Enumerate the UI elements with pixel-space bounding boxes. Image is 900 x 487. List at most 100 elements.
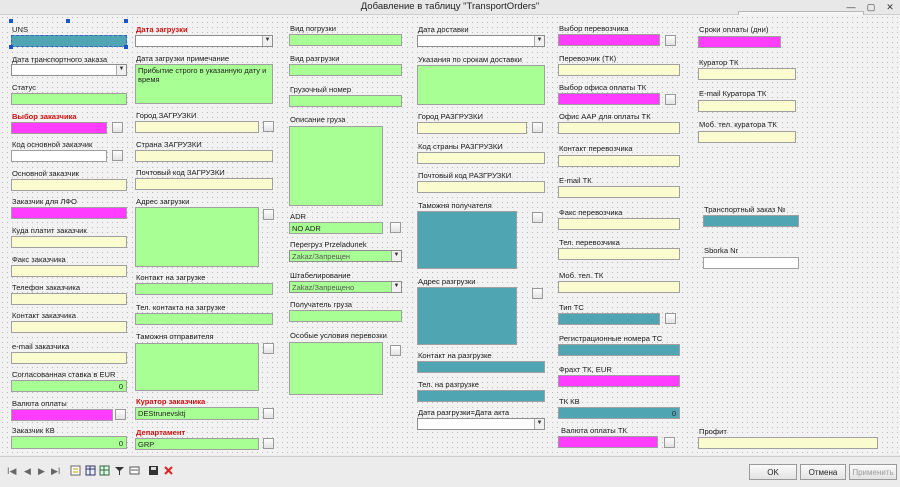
carrier-contact-field[interactable]: [558, 155, 680, 167]
unload-address-field[interactable]: [417, 287, 517, 345]
load-city-button[interactable]: [263, 121, 274, 132]
selection-handle[interactable]: [124, 19, 128, 23]
chevron-down-icon[interactable]: ▼: [391, 282, 401, 292]
stacking-combo[interactable]: Zakaz/Запрещено ▼: [289, 281, 402, 293]
main-customer-field[interactable]: [11, 179, 127, 191]
customer-contact-field[interactable]: [11, 321, 127, 333]
load-type-field[interactable]: [289, 34, 402, 46]
carrier-phone-field[interactable]: [558, 248, 680, 260]
unload-address-button[interactable]: [532, 288, 543, 299]
choose-carrier-field[interactable]: [558, 34, 660, 46]
chevron-down-icon[interactable]: ▼: [262, 36, 272, 46]
aap-office-field[interactable]: [558, 122, 680, 134]
unload-type-field[interactable]: [289, 64, 402, 76]
agreed-rate-field[interactable]: 0: [11, 380, 127, 392]
adr-button[interactable]: [390, 222, 401, 233]
choose-customer-button[interactable]: [112, 122, 123, 133]
chevron-down-icon[interactable]: ▼: [534, 419, 544, 429]
sborka-field[interactable]: [703, 257, 799, 269]
currency-button[interactable]: [115, 409, 126, 420]
vehicle-type-button[interactable]: [665, 313, 676, 324]
unload-contact-field[interactable]: [417, 361, 545, 373]
edit-form-icon[interactable]: [70, 465, 81, 476]
email-tk-field[interactable]: [558, 186, 680, 198]
curator-tk-field[interactable]: [698, 68, 796, 80]
adr-field[interactable]: NO ADR: [289, 222, 383, 234]
choose-customer-field[interactable]: [11, 122, 107, 134]
currency-field[interactable]: [11, 409, 113, 421]
list-icon[interactable]: [129, 465, 140, 476]
reload-combo[interactable]: Zakaz/Запрещен ▼: [289, 250, 402, 262]
unload-postcode-field[interactable]: [417, 181, 545, 193]
grid-icon[interactable]: [99, 465, 110, 476]
main-customer-code-button[interactable]: [112, 150, 123, 161]
filter-icon[interactable]: [114, 465, 125, 476]
choose-office-field[interactable]: [558, 93, 660, 105]
maximize-icon[interactable]: ▢: [862, 0, 880, 14]
delivery-date-combo[interactable]: ▼: [417, 35, 545, 47]
delivery-terms-field[interactable]: [417, 65, 545, 105]
load-address-button[interactable]: [263, 209, 274, 220]
vehicle-type-field[interactable]: [558, 313, 660, 325]
choose-carrier-button[interactable]: [665, 35, 676, 46]
tk-currency-button[interactable]: [664, 437, 675, 448]
nav-next-button[interactable]: ▶: [38, 466, 45, 477]
cancel-button[interactable]: Отмена: [800, 464, 846, 480]
where-pay-field[interactable]: [11, 236, 127, 248]
cargo-number-field[interactable]: [289, 95, 402, 107]
customer-curator-button[interactable]: [263, 408, 274, 419]
transport-order-no-field[interactable]: [703, 215, 799, 227]
load-date-note-field[interactable]: Прибытие строго в указанную дату и время: [135, 64, 273, 104]
chevron-down-icon[interactable]: ▼: [391, 251, 401, 261]
selection-handle[interactable]: [66, 19, 70, 23]
status-field[interactable]: [11, 93, 127, 105]
chevron-down-icon[interactable]: ▼: [116, 65, 126, 75]
apply-button[interactable]: Применить: [849, 464, 897, 480]
unload-city-button[interactable]: [532, 122, 543, 133]
department-button[interactable]: [263, 438, 274, 449]
customer-lfo-field[interactable]: [11, 207, 127, 219]
sender-customs-field[interactable]: [135, 343, 259, 391]
carrier-fax-field[interactable]: [558, 218, 680, 230]
delete-icon[interactable]: [163, 465, 174, 476]
table-icon[interactable]: [85, 465, 96, 476]
customer-fax-field[interactable]: [11, 265, 127, 277]
sender-customs-button[interactable]: [263, 343, 274, 354]
unload-phone-field[interactable]: [417, 390, 545, 402]
consignee-field[interactable]: [289, 310, 402, 322]
recipient-customs-button[interactable]: [532, 212, 543, 223]
load-contact-field[interactable]: [135, 283, 273, 295]
unload-act-date-combo[interactable]: ▼: [417, 418, 545, 430]
uns-field[interactable]: [11, 35, 127, 47]
customer-phone-field[interactable]: [11, 293, 127, 305]
load-date-combo[interactable]: ▼: [135, 35, 273, 47]
mob-curator-field[interactable]: [698, 131, 796, 143]
department-field[interactable]: GRP: [135, 438, 259, 450]
special-conditions-button[interactable]: [390, 345, 401, 356]
choose-office-button[interactable]: [665, 94, 676, 105]
mob-tk-field[interactable]: [558, 281, 680, 293]
customer-kv-field[interactable]: 0: [11, 436, 127, 449]
unload-country-code-field[interactable]: [417, 152, 545, 164]
profit-field[interactable]: [698, 437, 878, 449]
customer-curator-field[interactable]: DEStrunevsktj: [135, 407, 259, 420]
special-conditions-field[interactable]: [289, 342, 383, 395]
main-customer-code-field[interactable]: [11, 150, 107, 162]
save-icon[interactable]: [148, 465, 159, 476]
payment-terms-field[interactable]: [698, 36, 781, 48]
load-city-field[interactable]: [135, 121, 259, 133]
selection-handle[interactable]: [9, 45, 13, 49]
selection-handle[interactable]: [9, 19, 13, 23]
load-postcode-field[interactable]: [135, 178, 273, 190]
freight-eur-field[interactable]: [558, 375, 680, 387]
selection-handle[interactable]: [124, 45, 128, 49]
load-contact-phone-field[interactable]: [135, 313, 273, 325]
reg-numbers-field[interactable]: [558, 344, 680, 356]
cargo-description-field[interactable]: [289, 126, 383, 206]
chevron-down-icon[interactable]: ▼: [534, 36, 544, 46]
close-icon[interactable]: ✕: [881, 0, 899, 14]
recipient-customs-field[interactable]: [417, 211, 517, 269]
ok-button[interactable]: OK: [749, 464, 797, 480]
email-curator-field[interactable]: [698, 100, 796, 112]
order-date-combo[interactable]: ▼: [11, 64, 127, 76]
